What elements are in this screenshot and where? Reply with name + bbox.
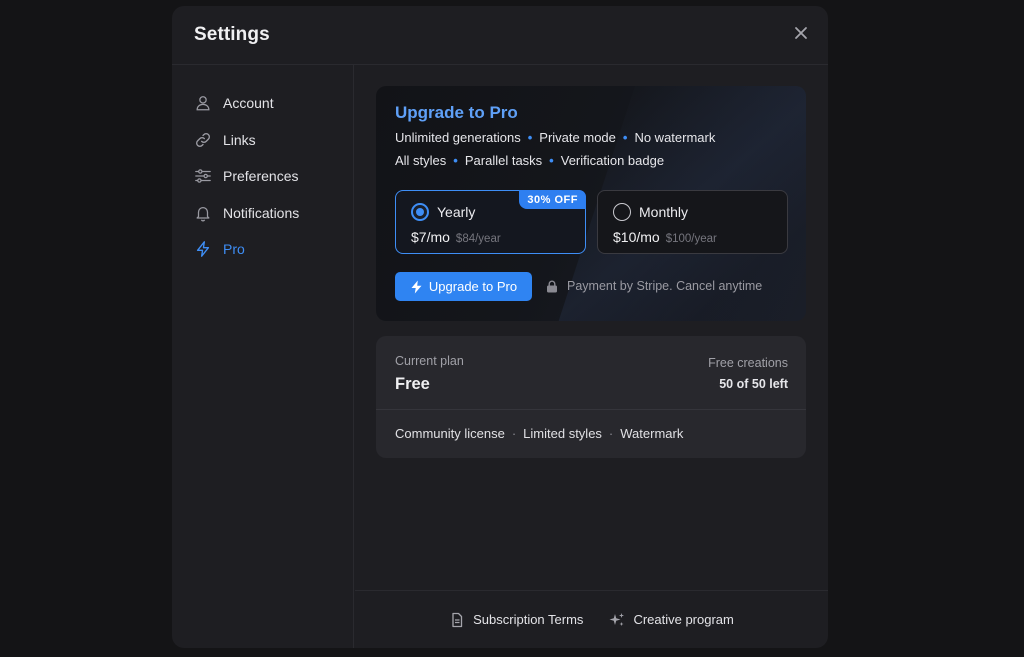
sidebar-item-label: Notifications (223, 204, 300, 221)
feature-item: Watermark (620, 426, 684, 441)
settings-content: Upgrade to Pro Unlimited generations • Pri… (355, 65, 828, 648)
modal-title: Settings (194, 24, 270, 45)
free-creations-value: 50 of 50 left (719, 377, 788, 391)
sidebar-item-label: Pro (223, 241, 245, 258)
sidebar-item-label: Links (223, 131, 256, 148)
sidebar-item-preferences[interactable]: Preferences (172, 158, 353, 195)
sidebar-item-links[interactable]: Links (172, 122, 353, 159)
subscription-terms-link[interactable]: Subscription Terms (449, 612, 583, 628)
plan-price-sub: $84/year (455, 233, 501, 245)
settings-sidebar: Account Links Preferences Notifications … (172, 65, 354, 648)
plan-price: $7/mo $84/year (411, 229, 501, 245)
sidebar-item-label: Account (223, 95, 274, 112)
settings-modal: Settings Account Links Preferences Notif… (172, 6, 828, 648)
creative-program-label: Creative program (633, 612, 734, 627)
user-icon (193, 93, 213, 113)
link-icon (193, 130, 213, 150)
content-footer: Subscription Terms Creative program (355, 590, 828, 648)
feature-item: Community license (395, 426, 505, 441)
plan-price: $10/mo $100/year (613, 229, 717, 245)
feature-item: Private mode (539, 130, 616, 145)
feature-item: No watermark (634, 130, 716, 145)
sliders-icon (193, 166, 213, 186)
creative-program-link[interactable]: Creative program (609, 612, 734, 628)
separator-dot: • (549, 153, 554, 168)
separator-dot: · (608, 426, 614, 441)
upgrade-button-label: Upgrade to Pro (428, 279, 518, 294)
plan-name: Monthly (639, 204, 689, 220)
sidebar-item-account[interactable]: Account (172, 85, 353, 122)
plan-option-monthly[interactable]: Monthly $10/mo $100/year (597, 190, 788, 254)
lightning-icon (193, 239, 213, 259)
lightning-icon (411, 280, 422, 293)
payment-note: Payment by Stripe. Cancel anytime (546, 279, 762, 293)
plan-price-sub: $100/year (665, 233, 717, 245)
sidebar-item-pro[interactable]: Pro (172, 231, 353, 268)
upgrade-pro-card: Upgrade to Pro Unlimited generations • Pri… (376, 86, 806, 321)
modal-header: Settings (172, 6, 828, 65)
sparkle-icon (609, 612, 625, 626)
document-icon (452, 612, 463, 627)
divider (376, 409, 806, 410)
current-plan-value: Free (395, 375, 430, 393)
lock-icon (547, 280, 557, 292)
close-icon (795, 27, 807, 39)
pro-features-line-1: Unlimited generations • Private mode • No wa… (395, 130, 715, 145)
plan-name: Yearly (437, 204, 476, 220)
feature-item: All styles (395, 153, 447, 168)
free-creations-label: Free creations (708, 356, 788, 370)
feature-item: Verification badge (560, 153, 665, 168)
sidebar-item-notifications[interactable]: Notifications (172, 195, 353, 232)
radio-selected[interactable] (411, 203, 429, 221)
feature-item: Limited styles (523, 426, 602, 441)
separator-dot: • (527, 130, 533, 145)
feature-item: Parallel tasks (464, 153, 543, 168)
current-plan-features: Community license · Limited styles · Waterma… (395, 426, 683, 441)
subscription-terms-label: Subscription Terms (473, 612, 584, 627)
upgrade-to-pro-button[interactable]: Upgrade to Pro (395, 272, 532, 301)
payment-note-text: Payment by Stripe. Cancel anytime (567, 279, 763, 293)
plan-price-main: $10/mo (613, 229, 660, 245)
feature-item: Unlimited generations (395, 130, 521, 145)
pro-features-line-2: All styles • Parallel tasks • Verification b… (395, 153, 664, 168)
separator-dot: · (511, 426, 517, 441)
sidebar-item-label: Preferences (223, 168, 299, 185)
bell-icon (193, 203, 213, 223)
separator-dot: • (453, 153, 458, 168)
plan-option-yearly[interactable]: Yearly $7/mo $84/year 30% OFF (395, 190, 586, 254)
radio-unselected[interactable] (613, 203, 631, 221)
current-plan-card: Current plan Free Free creations 50 of 5… (376, 336, 806, 458)
current-plan-label: Current plan (395, 354, 464, 368)
discount-badge: 30% OFF (519, 190, 586, 209)
separator-dot: • (622, 130, 628, 145)
close-button[interactable] (792, 24, 810, 42)
pro-title: Upgrade to Pro (395, 103, 518, 122)
plan-price-main: $7/mo (411, 229, 450, 245)
